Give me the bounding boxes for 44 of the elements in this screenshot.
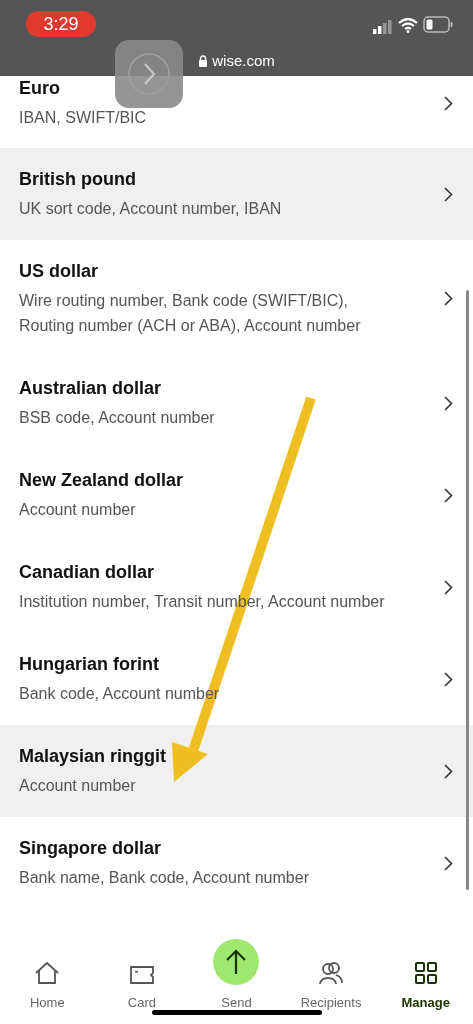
- currency-name: Hungarian forint: [19, 653, 160, 676]
- currency-name: Australian dollar: [19, 377, 163, 400]
- currency-details: Account number: [19, 776, 137, 796]
- chevron-right-icon: [444, 395, 453, 411]
- currency-details: BSB code, Account number: [19, 408, 216, 428]
- chevron-right-icon: [444, 186, 453, 202]
- currency-details: IBAN, SWIFT/BIC: [19, 108, 148, 128]
- tab-bar-item[interactable]: Card: [101, 964, 182, 1012]
- chevron-right-icon: [444, 671, 453, 687]
- tab-bar-item[interactable]: Home: [7, 960, 88, 1012]
- home-icon: [34, 960, 61, 985]
- chevron-right-icon: [444, 291, 453, 306]
- currency-name: US dollar: [19, 260, 99, 283]
- battery-icon: [423, 16, 453, 33]
- currency-name: British pound: [19, 168, 137, 191]
- chevron-right-icon: [444, 855, 453, 871]
- currency-details: Bank name, Bank code, Account number: [19, 868, 310, 888]
- currency-details: Wire routing number, Bank code (SWIFT/BIC), Routing number (ACH or ABA), Account number: [19, 291, 362, 336]
- status-time: 3:29: [26, 11, 96, 37]
- currency-name: Canadian dollar: [19, 561, 156, 584]
- signal-icon: [373, 20, 393, 34]
- url-text[interactable]: wise.com: [212, 50, 275, 73]
- chevron-right-icon: [444, 487, 453, 503]
- wifi-icon: [398, 18, 418, 33]
- chevron-right-icon: [444, 95, 453, 111]
- currency-row[interactable]: Malaysian ringgit Account number: [0, 725, 473, 817]
- currency-name: Malaysian ringgit: [19, 745, 168, 768]
- lock-icon: [198, 55, 209, 68]
- grid-icon: [413, 960, 438, 985]
- currency-details: Account number: [19, 500, 137, 520]
- tab-bar-item[interactable]: Recipients: [291, 960, 372, 1012]
- currency-row[interactable]: British pound UK sort code, Account number, IBAN: [0, 148, 473, 240]
- chevron-right-icon: [444, 579, 453, 595]
- currency-name: Singapore dollar: [19, 837, 163, 860]
- floating-button[interactable]: [115, 40, 183, 108]
- currency-name: Euro: [19, 77, 61, 100]
- tab-bar-item[interactable]: Send: [196, 938, 277, 1012]
- currency-name: New Zealand dollar: [19, 469, 185, 492]
- currency-details: UK sort code, Account number, IBAN: [19, 199, 283, 219]
- tab-bar-item[interactable]: Manage: [385, 960, 466, 1012]
- chevron-right-icon: [444, 763, 453, 779]
- card-icon: [128, 964, 155, 985]
- chevron-circle-icon: [127, 52, 171, 96]
- people-icon: [318, 960, 345, 985]
